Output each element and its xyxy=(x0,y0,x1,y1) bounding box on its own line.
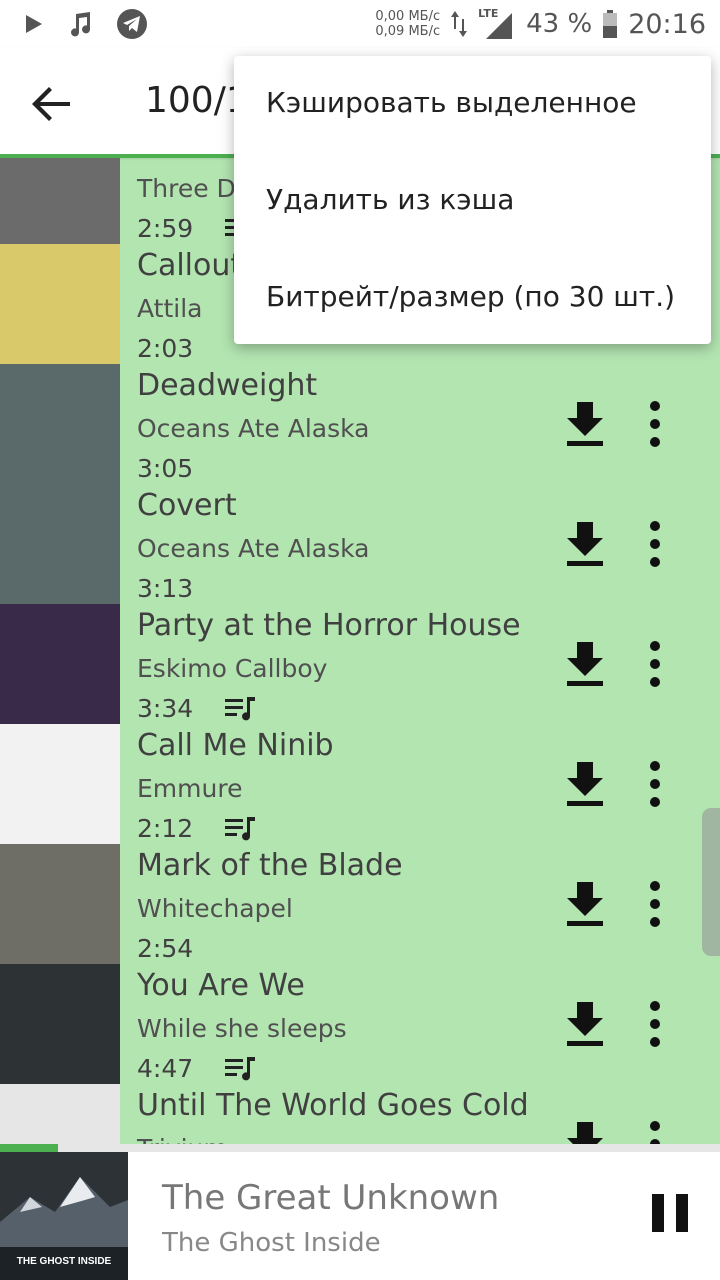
scrollbar-thumb[interactable] xyxy=(702,808,720,956)
track-duration: 2:12 xyxy=(137,814,194,843)
download-icon[interactable] xyxy=(563,880,607,928)
track-title: Mark of the Blade xyxy=(137,848,403,883)
album-art xyxy=(0,844,120,964)
download-icon[interactable] xyxy=(563,400,607,448)
track-duration: 3:13 xyxy=(137,574,194,603)
track-artist: While she sleeps xyxy=(137,1014,347,1043)
more-vertical-icon[interactable] xyxy=(643,1000,667,1048)
playlist-queued-icon xyxy=(225,1057,255,1081)
track-row-covert[interactable]: Covert Oceans Ate Alaska 3:13 xyxy=(0,484,720,604)
playlist-queued-icon xyxy=(225,697,255,721)
track-title: You Are We xyxy=(137,968,305,1003)
track-duration: 2:54 xyxy=(137,934,194,963)
track-artist: Oceans Ate Alaska xyxy=(137,414,370,443)
signal: LTE xyxy=(478,7,516,41)
back-arrow-icon[interactable] xyxy=(30,82,74,126)
track-duration: 2:59 xyxy=(137,214,194,243)
album-art xyxy=(0,484,120,604)
album-art xyxy=(0,964,120,1084)
more-vertical-icon[interactable] xyxy=(643,1120,667,1144)
more-vertical-icon[interactable] xyxy=(643,400,667,448)
telegram-icon xyxy=(117,9,147,39)
album-art xyxy=(0,244,120,364)
more-vertical-icon[interactable] xyxy=(643,880,667,928)
menu-item-bitrate-size[interactable]: Битрейт/размер (по 30 шт.) xyxy=(266,280,675,313)
play-icon xyxy=(26,15,42,33)
track-artist: Oceans Ate Alaska xyxy=(137,534,370,563)
track-row-party-at-the-horror-house[interactable]: Party at the Horror House Eskimo Callboy 3… xyxy=(0,604,720,724)
more-vertical-icon[interactable] xyxy=(643,760,667,808)
menu-item-cache-selected[interactable]: Кэшировать выделенное xyxy=(266,86,637,119)
speed-up: 0,09 МБ/с xyxy=(375,24,441,39)
track-duration: 3:34 xyxy=(137,694,194,723)
download-icon[interactable] xyxy=(563,760,607,808)
track-row-mark-of-the-blade[interactable]: Mark of the Blade Whitechapel 2:54 xyxy=(0,844,720,964)
clock: 20:16 xyxy=(628,8,706,40)
download-icon[interactable] xyxy=(563,640,607,688)
now-playing-album-art: THE GHOST INSIDE xyxy=(0,1152,128,1280)
playlist-queued-icon xyxy=(225,817,255,841)
track-title: Call Me Ninib xyxy=(137,728,334,763)
album-art xyxy=(0,724,120,844)
track-title: Covert xyxy=(137,488,237,523)
track-artist: Whitechapel xyxy=(137,894,293,923)
track-artist: Eskimo Callboy xyxy=(137,654,328,683)
track-title: Deadweight xyxy=(137,368,318,403)
cover-band-text: THE GHOST INSIDE xyxy=(17,1256,112,1267)
track-duration: 3:05 xyxy=(137,454,194,483)
track-artist: Attila xyxy=(137,294,203,323)
album-art xyxy=(0,1084,120,1144)
track-row-deadweight[interactable]: Deadweight Oceans Ate Alaska 3:05 xyxy=(0,364,720,484)
playback-progress-fill xyxy=(0,1144,58,1152)
album-art xyxy=(0,364,120,484)
track-artist: Emmure xyxy=(137,774,243,803)
music-note-icon xyxy=(71,12,91,37)
ghost-inside-cover: THE GHOST INSIDE xyxy=(0,1152,128,1280)
battery-percent: 43 % xyxy=(526,9,593,39)
album-art xyxy=(0,158,120,244)
signal-icon xyxy=(486,13,513,39)
download-icon[interactable] xyxy=(563,520,607,568)
battery-icon xyxy=(603,10,618,38)
menu-item-remove-from-cache[interactable]: Удалить из кэша xyxy=(266,183,514,216)
track-row-call-me-ninib[interactable]: Call Me Ninib Emmure 2:12 xyxy=(0,724,720,844)
more-vertical-icon[interactable] xyxy=(643,520,667,568)
track-duration: 2:03 xyxy=(137,334,194,363)
playback-progress-track[interactable] xyxy=(0,1144,720,1152)
status-bar: 0,00 МБ/с 0,09 МБ/с LTE 43 % 20:16 xyxy=(0,0,720,48)
speed-down: 0,00 МБ/с xyxy=(375,9,441,24)
now-playing-bar[interactable]: THE GHOST INSIDE The Great Unknown The G… xyxy=(0,1144,720,1280)
network-speed: 0,00 МБ/с 0,09 МБ/с xyxy=(375,9,440,39)
more-vertical-icon[interactable] xyxy=(643,640,667,688)
pause-icon[interactable] xyxy=(650,1192,690,1234)
track-row-you-are-we[interactable]: You Are We While she sleeps 4:47 xyxy=(0,964,720,1084)
track-title: Until The World Goes Cold xyxy=(137,1088,529,1123)
track-title: Party at the Horror House xyxy=(137,608,521,643)
now-playing-artist: The Ghost Inside xyxy=(162,1228,381,1258)
track-title: Callout xyxy=(137,248,243,283)
track-artist: Trivium xyxy=(137,1134,228,1144)
data-arrows-icon xyxy=(451,11,468,37)
overflow-menu: Кэшировать выделенное Удалить из кэша Би… xyxy=(234,56,711,344)
now-playing-title: The Great Unknown xyxy=(162,1178,500,1218)
track-duration: 4:47 xyxy=(137,1054,194,1083)
download-icon[interactable] xyxy=(563,1120,607,1144)
track-row-until-the-world-goes-cold[interactable]: Until The World Goes Cold Trivium xyxy=(0,1084,720,1144)
download-icon[interactable] xyxy=(563,1000,607,1048)
album-art xyxy=(0,604,120,724)
